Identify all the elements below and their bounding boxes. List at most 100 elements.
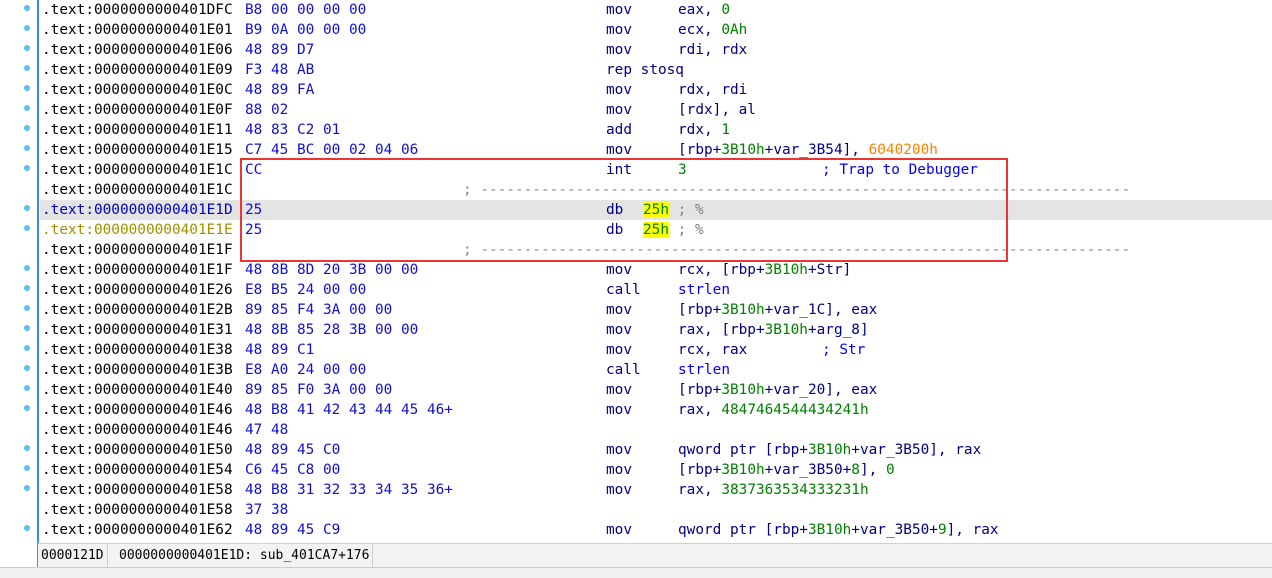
- operand-token[interactable]: 8: [851, 462, 860, 478]
- operand-token[interactable]: ], rax: [947, 522, 999, 538]
- operand-token[interactable]: 0: [721, 2, 730, 18]
- disasm-line[interactable]: .text:0000000000401E1C CC int 3 ; Trap to De…: [0, 160, 1272, 180]
- operand-token[interactable]: 4847464544434241h: [721, 402, 868, 418]
- disasm-line[interactable]: .text:0000000000401E1E 25 db 25h ; %: [0, 220, 1272, 240]
- operand-token[interactable]: rcx, rax: [678, 342, 747, 358]
- operands[interactable]: [rbp+3B10h+var_3B54], 6040200h: [678, 140, 938, 160]
- disasm-line[interactable]: .text:0000000000401E46 48 B8 41 42 43 44 …: [0, 400, 1272, 420]
- disasm-line[interactable]: .text:0000000000401E1D 25 db 25h ; %: [0, 200, 1272, 220]
- disasm-line[interactable]: .text:0000000000401E46 47 48: [0, 420, 1272, 440]
- operand-token[interactable]: ecx,: [678, 22, 721, 38]
- line-bullet-icon[interactable]: [24, 365, 30, 371]
- operand-token[interactable]: +var_3B50+: [851, 522, 938, 538]
- line-bullet-icon[interactable]: [24, 165, 30, 171]
- operands[interactable]: [rdx], al: [678, 100, 756, 120]
- operand-token[interactable]: strlen: [678, 282, 730, 298]
- line-bullet-icon[interactable]: [24, 265, 30, 271]
- operands[interactable]: rdx, 1: [678, 120, 730, 140]
- disasm-line[interactable]: .text:0000000000401E09 F3 48 AB rep stosq: [0, 60, 1272, 80]
- operands[interactable]: strlen: [678, 360, 730, 380]
- operand-token[interactable]: +Str]: [808, 262, 851, 278]
- operand-token[interactable]: +arg_8]: [808, 322, 869, 338]
- operand-token[interactable]: [rbp+: [678, 462, 721, 478]
- line-bullet-icon[interactable]: [24, 45, 30, 51]
- operand-token[interactable]: qword ptr [rbp+: [678, 522, 808, 538]
- operand-token[interactable]: 3837363534333231h: [721, 482, 868, 498]
- operand-token[interactable]: rax,: [678, 482, 721, 498]
- operand-token[interactable]: +var_3B50+: [765, 462, 852, 478]
- operand-token[interactable]: rax, [rbp+: [678, 322, 765, 338]
- operands[interactable]: qword ptr [rbp+3B10h+var_3B50], rax: [678, 440, 981, 460]
- operands[interactable]: [rbp+3B10h+var_3B50+8], 0: [678, 460, 895, 480]
- operands[interactable]: rcx, [rbp+3B10h+Str]: [678, 260, 851, 280]
- disasm-line[interactable]: .text:0000000000401E31 48 8B 85 28 3B 00 …: [0, 320, 1272, 340]
- disassembly-view[interactable]: .text:0000000000401DFC B8 00 00 00 00 mov e…: [0, 0, 1272, 542]
- operands[interactable]: rax, 4847464544434241h: [678, 400, 869, 420]
- disasm-line[interactable]: .text:0000000000401E01 B9 0A 00 00 00 mov e…: [0, 20, 1272, 40]
- operand-token[interactable]: 3B10h: [721, 142, 764, 158]
- operand-token[interactable]: 3: [678, 162, 687, 178]
- line-bullet-icon[interactable]: [24, 105, 30, 111]
- operand-token[interactable]: rcx, [rbp+: [678, 262, 765, 278]
- data-byte-value[interactable]: 25h: [643, 222, 669, 238]
- line-bullet-icon[interactable]: [24, 285, 30, 291]
- line-bullet-icon[interactable]: [24, 445, 30, 451]
- operand-token[interactable]: 3B10h: [721, 462, 764, 478]
- operand-token[interactable]: 1: [721, 122, 730, 138]
- disasm-line[interactable]: .text:0000000000401E2B 89 85 F4 3A 00 00 m…: [0, 300, 1272, 320]
- operand-token[interactable]: 0: [886, 462, 895, 478]
- operands[interactable]: strlen: [678, 280, 730, 300]
- disasm-line[interactable]: .text:0000000000401E0F 88 02 mov [rdx], al: [0, 100, 1272, 120]
- line-bullet-icon[interactable]: [24, 345, 30, 351]
- operand-token[interactable]: 3B10h: [808, 522, 851, 538]
- disasm-line[interactable]: .text:0000000000401E1F ; ----------------…: [0, 240, 1272, 260]
- operand-token[interactable]: eax,: [678, 2, 721, 18]
- disasm-line[interactable]: .text:0000000000401E50 48 89 45 C0 mov qwor…: [0, 440, 1272, 460]
- line-bullet-icon[interactable]: [24, 465, 30, 471]
- operand-token[interactable]: rdx,: [678, 122, 721, 138]
- disasm-line[interactable]: .text:0000000000401E0C 48 89 FA mov rdx, rd…: [0, 80, 1272, 100]
- operand-token[interactable]: qword ptr [rbp+: [678, 442, 808, 458]
- operand-token[interactable]: +var_3B54],: [765, 142, 869, 158]
- disasm-line[interactable]: .text:0000000000401DFC B8 00 00 00 00 mov e…: [0, 0, 1272, 20]
- line-bullet-icon[interactable]: [24, 125, 30, 131]
- data-byte-operand[interactable]: 25h ; %: [643, 200, 704, 220]
- disasm-line[interactable]: .text:0000000000401E54 C6 45 C8 00 mov [rbp…: [0, 460, 1272, 480]
- line-bullet-icon[interactable]: [24, 325, 30, 331]
- line-bullet-icon[interactable]: [24, 5, 30, 11]
- operand-token[interactable]: +var_3B50], rax: [851, 442, 981, 458]
- operand-token[interactable]: [rbp+: [678, 302, 721, 318]
- data-byte-operand[interactable]: 25h ; %: [643, 220, 704, 240]
- horizontal-scrollbar[interactable]: [0, 567, 1272, 578]
- disasm-line[interactable]: .text:0000000000401E38 48 89 C1 mov rcx, ra…: [0, 340, 1272, 360]
- operands[interactable]: [rbp+3B10h+var_1C], eax: [678, 300, 877, 320]
- data-byte-value[interactable]: 25h: [643, 202, 669, 218]
- line-bullet-icon[interactable]: [24, 525, 30, 531]
- disasm-line[interactable]: .text:0000000000401E1F 48 8B 8D 20 3B 00 …: [0, 260, 1272, 280]
- disasm-line[interactable]: .text:0000000000401E58 48 B8 31 32 33 34 …: [0, 480, 1272, 500]
- operands[interactable]: rdx, rdi: [678, 80, 747, 100]
- line-bullet-icon[interactable]: [24, 305, 30, 311]
- operand-token[interactable]: rax,: [678, 402, 721, 418]
- disasm-line[interactable]: .text:0000000000401E06 48 89 D7 mov rdi, rd…: [0, 40, 1272, 60]
- operand-token[interactable]: rdi, rdx: [678, 42, 747, 58]
- operands[interactable]: rax, [rbp+3B10h+arg_8]: [678, 320, 869, 340]
- operand-token[interactable]: ],: [860, 462, 886, 478]
- operand-token[interactable]: 9: [938, 522, 947, 538]
- disasm-line[interactable]: .text:0000000000401E11 48 83 C2 01 add rdx,…: [0, 120, 1272, 140]
- operands[interactable]: rdi, rdx: [678, 40, 747, 60]
- operand-token[interactable]: 3B10h: [808, 442, 851, 458]
- line-bullet-icon[interactable]: [24, 85, 30, 91]
- operand-token[interactable]: [rbp+: [678, 382, 721, 398]
- line-bullet-icon[interactable]: [24, 385, 30, 391]
- operand-token[interactable]: [rbp+: [678, 142, 721, 158]
- operands[interactable]: [rbp+3B10h+var_20], eax: [678, 380, 877, 400]
- operand-token[interactable]: 3B10h: [765, 262, 808, 278]
- operands[interactable]: eax, 0: [678, 0, 730, 20]
- operand-token[interactable]: rdx, rdi: [678, 82, 747, 98]
- operands[interactable]: ecx, 0Ah: [678, 20, 747, 40]
- disasm-line[interactable]: .text:0000000000401E58 37 38: [0, 500, 1272, 520]
- line-bullet-icon[interactable]: [24, 405, 30, 411]
- disasm-line[interactable]: .text:0000000000401E1C ; ----------------…: [0, 180, 1272, 200]
- operand-token[interactable]: strlen: [678, 362, 730, 378]
